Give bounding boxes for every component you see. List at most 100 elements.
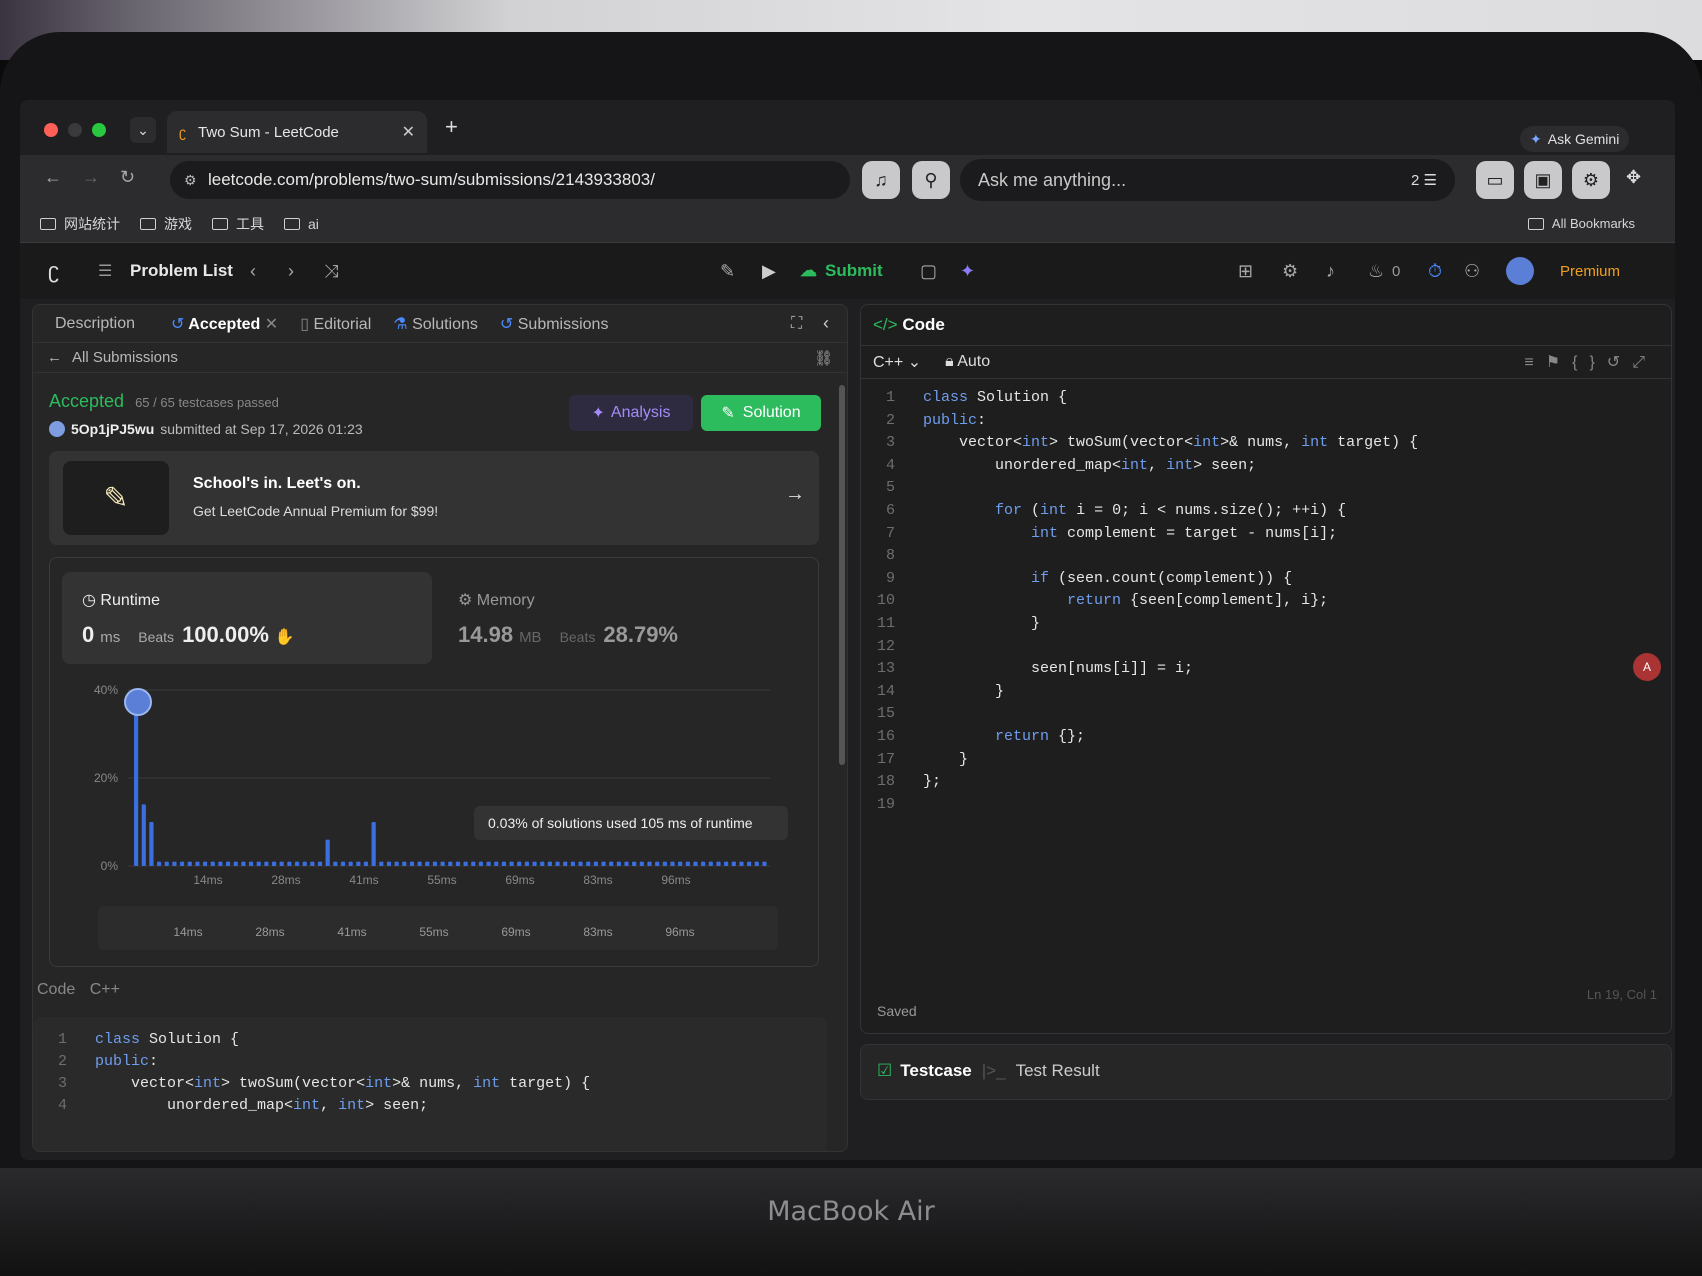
memory-stat[interactable]: ⚙ Memory 14.98 MB Beats 28.79% <box>444 572 814 664</box>
chart-bar[interactable] <box>547 861 552 866</box>
reload-icon[interactable]: ↻ <box>120 167 135 188</box>
move-icon[interactable]: ✥ <box>1626 167 1641 188</box>
site-settings-icon[interactable]: ⚙ <box>184 172 197 189</box>
chart-bar[interactable] <box>363 861 369 866</box>
chart-bar[interactable] <box>440 861 445 866</box>
chart-bar[interactable] <box>731 861 736 866</box>
chart-bar[interactable] <box>509 861 514 866</box>
code-line[interactable]: 9 if (seen.count(complement)) { <box>861 568 1671 591</box>
runtime-stat[interactable]: ◷ Runtime 0 ms Beats 100.00% ✋ <box>62 572 432 664</box>
premium-link[interactable]: Premium <box>1560 263 1620 280</box>
add-friend-icon[interactable]: ⚇ <box>1464 261 1480 282</box>
chart-bar[interactable] <box>601 861 606 866</box>
bell-icon[interactable]: ♪ <box>1326 261 1335 282</box>
close-window-button[interactable] <box>44 123 58 137</box>
chart-bar[interactable] <box>279 861 284 866</box>
chart-bar[interactable] <box>647 861 652 866</box>
code-line[interactable]: 5 <box>861 477 1671 500</box>
close-tab-icon[interactable]: ✕ <box>402 122 415 142</box>
language-select[interactable]: C++ ⌄ <box>873 352 921 372</box>
code-line[interactable]: 10 return {seen[complement], i}; <box>861 590 1671 613</box>
chart-bar[interactable] <box>616 861 621 866</box>
prev-problem-icon[interactable]: ‹ <box>250 261 256 282</box>
chart-bar[interactable] <box>156 861 162 866</box>
chart-bar[interactable] <box>195 861 200 866</box>
ai-sparkle-icon[interactable]: ✦ <box>960 261 975 282</box>
code-line[interactable]: 13 seen[nums[i]] = i; <box>861 658 1671 681</box>
chart-bar[interactable] <box>524 861 530 866</box>
image-edit-icon[interactable]: ▣ <box>1524 161 1562 199</box>
problem-list-link[interactable]: Problem List <box>130 261 233 281</box>
chart-bar[interactable] <box>264 861 269 866</box>
chart-bar[interactable] <box>701 861 706 866</box>
chart-bar[interactable] <box>409 861 415 866</box>
chart-bar[interactable] <box>754 861 759 866</box>
chart-bar[interactable] <box>670 861 675 866</box>
chart-bar[interactable] <box>762 861 767 866</box>
chart-bar[interactable] <box>317 861 323 866</box>
chart-bar[interactable] <box>149 822 154 866</box>
code-line[interactable]: 8 <box>861 545 1671 568</box>
bookmark-icon[interactable]: ⚑ <box>1546 354 1572 371</box>
code-editor[interactable]: 1 class Solution {2 public: 3 vector<int> t… <box>861 387 1671 816</box>
chart-bar[interactable] <box>586 861 591 866</box>
chart-bar[interactable] <box>210 861 215 866</box>
chart-bar[interactable] <box>379 861 384 866</box>
all-submissions-link[interactable]: All Submissions <box>72 349 178 366</box>
shuffle-icon[interactable]: ⤨ <box>324 261 338 282</box>
chart-bar[interactable] <box>271 861 277 866</box>
chart-bar[interactable] <box>302 861 307 866</box>
chart-bar[interactable] <box>624 861 629 866</box>
chart-bar[interactable] <box>371 822 376 866</box>
runtime-distribution-chart[interactable]: 40% 20% 0% 14ms 28ms 41ms 55ms 69ms 83ms 96ms 0.03… <box>50 670 820 960</box>
run-icon[interactable]: ▶ <box>762 261 776 282</box>
leetcode-logo-icon[interactable]: ʗ <box>48 258 59 284</box>
left-panel-scrollbar[interactable] <box>839 385 845 765</box>
code-line[interactable]: 16 return {}; <box>861 726 1671 749</box>
chart-bar[interactable] <box>724 861 729 866</box>
chart-bar[interactable] <box>134 698 139 866</box>
chart-bar[interactable] <box>202 861 208 866</box>
autocomplete-mode[interactable]: 🔒︎ Auto <box>945 353 990 371</box>
tab-accepted[interactable]: ↺ Accepted ✕ <box>171 314 278 334</box>
chart-bar[interactable] <box>179 861 185 866</box>
submit-button[interactable]: ☁ Submit <box>800 256 883 286</box>
chart-bar[interactable] <box>310 861 315 866</box>
chart-bar[interactable] <box>325 839 330 866</box>
chart-bar[interactable] <box>432 861 438 866</box>
tab-submissions[interactable]: ↺ Submissions <box>500 314 609 334</box>
note-icon[interactable]: ▢ <box>920 261 937 282</box>
chart-bar[interactable] <box>417 861 422 866</box>
chart-bar[interactable] <box>578 861 583 866</box>
chart-bar[interactable] <box>632 861 637 866</box>
chart-bar[interactable] <box>164 861 169 866</box>
chart-bar[interactable] <box>333 861 338 866</box>
chart-bar[interactable] <box>532 861 537 866</box>
code-line[interactable]: 11 } <box>861 613 1671 636</box>
bookmark-folder-0[interactable]: 网站统计 <box>40 214 120 234</box>
tab-editorial[interactable]: ▯ Editorial <box>300 314 371 334</box>
code-line[interactable]: 4 unordered_map<int, int> seen; <box>33 1095 827 1117</box>
translate-icon[interactable]: A <box>1633 653 1661 681</box>
new-tab-icon[interactable]: + <box>445 114 458 140</box>
collapse-icon[interactable]: ‹ <box>823 313 829 334</box>
back-arrow-icon[interactable]: ← <box>47 349 62 366</box>
chart-bar[interactable] <box>639 861 644 866</box>
code-line[interactable]: 18}; <box>861 771 1671 794</box>
chart-bar[interactable] <box>448 861 453 866</box>
chart-bar[interactable] <box>486 861 491 866</box>
bookmark-folder-2[interactable]: 工具 <box>212 214 264 234</box>
code-line[interactable]: 7 int complement = target - nums[i]; <box>861 523 1671 546</box>
code-line[interactable]: 17 } <box>861 749 1671 772</box>
streak-flame-icon[interactable]: ♨ <box>1368 261 1384 282</box>
ask-input[interactable]: Ask me anything... 2 ☰ <box>960 159 1455 201</box>
tab-test-result[interactable]: Test Result <box>1016 1061 1100 1081</box>
minimize-window-button[interactable] <box>68 123 82 137</box>
all-bookmarks[interactable]: All Bookmarks <box>1527 216 1635 231</box>
code-line[interactable]: 3 vector<int> twoSum(vector<int>& nums, … <box>861 432 1671 455</box>
chart-bar[interactable] <box>693 861 698 866</box>
close-tab-icon[interactable]: ✕ <box>265 316 278 333</box>
code-line[interactable]: 15 <box>861 703 1671 726</box>
promo-banner[interactable]: ✎ School's in. Leet's on. Get LeetCode A… <box>49 451 819 545</box>
braces-icon[interactable]: {} <box>1572 354 1607 371</box>
